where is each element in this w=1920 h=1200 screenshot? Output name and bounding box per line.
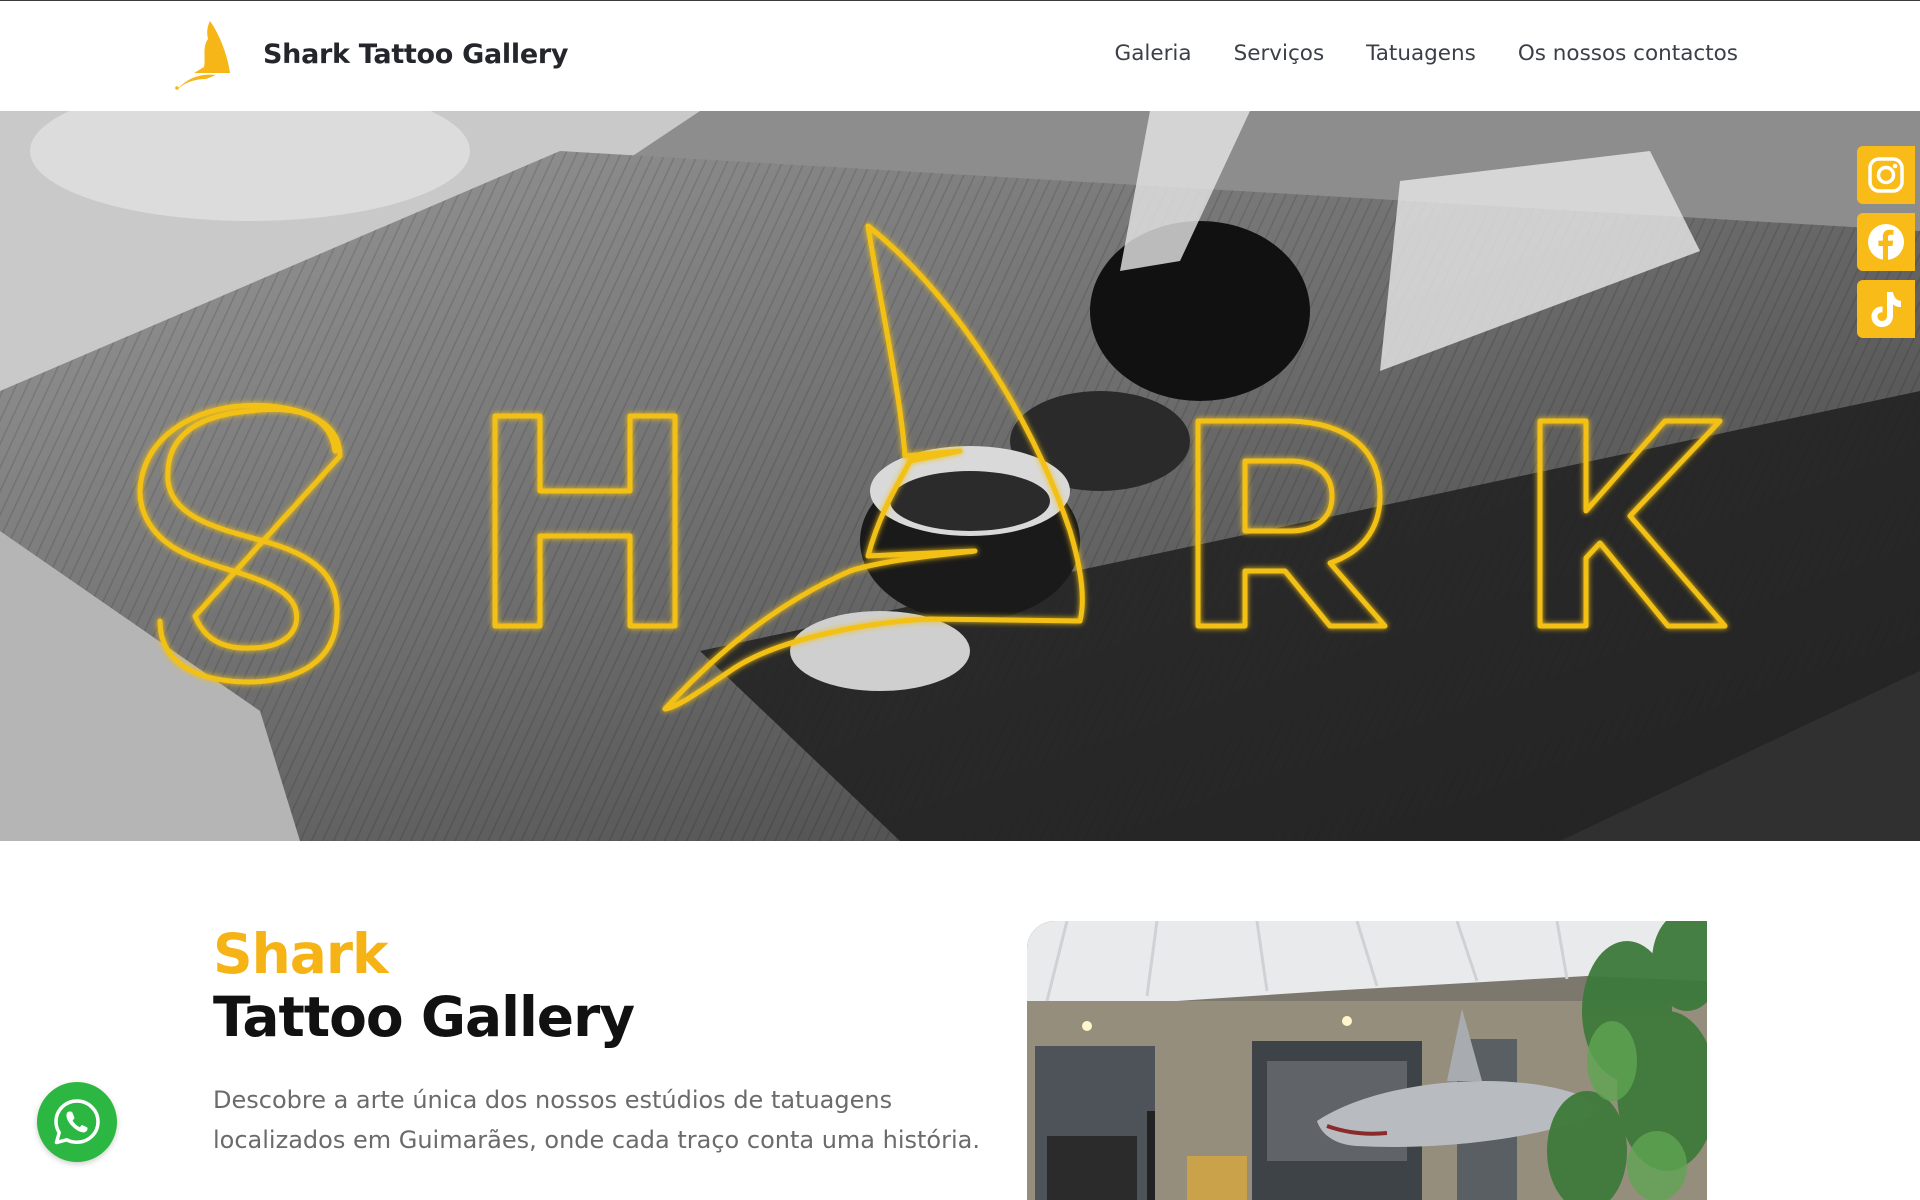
site-title[interactable]: Shark Tattoo Gallery (263, 39, 568, 70)
main-nav: Galeria Serviços Tatuagens Os nossos con… (1073, 41, 1738, 66)
nav-contactos[interactable]: Os nossos contactos (1518, 41, 1738, 66)
instagram-icon (1868, 157, 1904, 193)
hero-banner (0, 111, 1920, 841)
intro-title-rest: Tattoo Gallery (213, 984, 635, 1049)
whatsapp-button[interactable] (37, 1082, 117, 1162)
intro-title-highlight: Shark (213, 922, 389, 986)
intro-title: Shark Tattoo Gallery (213, 922, 635, 1049)
facebook-icon (1868, 224, 1904, 260)
intro-description: Descobre a arte única dos nossos estúdio… (213, 1086, 980, 1154)
studio-photo (1027, 921, 1707, 1200)
studio-interior-image (1027, 921, 1707, 1200)
nav-servicos[interactable]: Serviços (1234, 41, 1325, 66)
nav-tatuagens[interactable]: Tatuagens (1366, 41, 1476, 66)
social-links (1857, 146, 1915, 347)
whatsapp-icon (54, 1099, 100, 1145)
tiktok-icon (1871, 292, 1901, 327)
tiktok-button[interactable] (1857, 280, 1915, 338)
shark-fin-logo-icon (175, 21, 230, 90)
hero-background-photo (0, 111, 1920, 841)
site-header: Shark Tattoo Gallery Galeria Serviços Ta… (0, 1, 1920, 111)
nav-galeria[interactable]: Galeria (1115, 41, 1192, 66)
logo-link[interactable] (172, 19, 234, 91)
facebook-button[interactable] (1857, 213, 1915, 271)
instagram-button[interactable] (1857, 146, 1915, 204)
